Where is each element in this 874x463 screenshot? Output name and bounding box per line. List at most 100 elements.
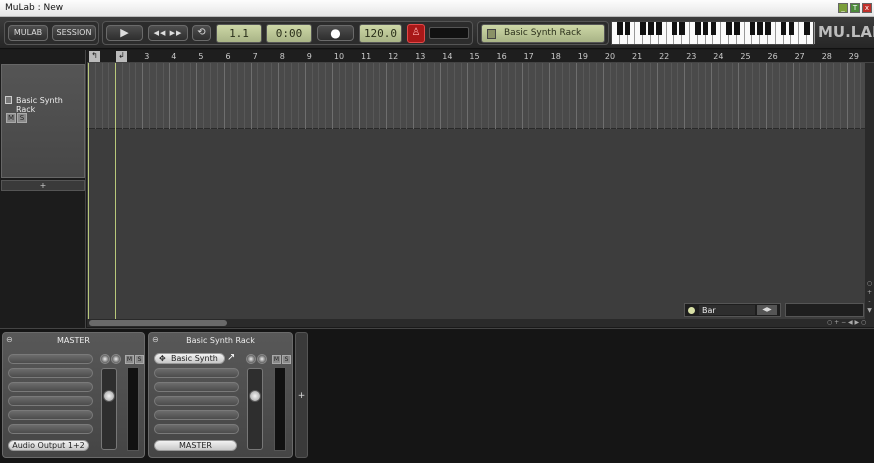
strip-solo-button[interactable]: S	[135, 355, 144, 364]
grid-line	[318, 63, 320, 129]
position-display[interactable]: 1.1	[216, 24, 262, 43]
black-key[interactable]	[671, 22, 678, 35]
horizontal-scroll-thumb[interactable]	[89, 320, 227, 326]
rewind-forward-button[interactable]: ◀◀ ▶▶	[148, 25, 188, 41]
insert-slot[interactable]	[8, 424, 93, 434]
add-strip-button[interactable]: +	[295, 332, 308, 458]
volume-fader[interactable]	[101, 368, 117, 450]
black-key[interactable]	[749, 22, 756, 35]
piano-keyboard[interactable]	[611, 21, 815, 45]
insert-slot[interactable]	[154, 368, 239, 378]
black-key[interactable]	[702, 22, 709, 35]
pan-knob[interactable]	[246, 354, 256, 364]
strip-mute-button[interactable]: M	[125, 355, 134, 364]
insert-slot[interactable]	[154, 424, 239, 434]
output-selector[interactable]: MASTER	[154, 440, 237, 451]
insert-slot[interactable]	[8, 382, 93, 392]
horizontal-zoom-icons[interactable]: ○ + − ◀ ▶ ○	[827, 318, 872, 327]
black-key[interactable]	[757, 22, 763, 35]
insert-slot[interactable]	[154, 396, 239, 406]
gain-knob[interactable]	[257, 354, 267, 364]
insert-slot[interactable]	[154, 410, 239, 420]
black-key[interactable]	[710, 22, 717, 35]
ruler-bar-number: 9	[306, 52, 312, 61]
output-selector[interactable]: Audio Output 1+2	[8, 440, 89, 451]
title-bar: MuLab : New _ T x	[0, 0, 874, 17]
track-header[interactable]: Basic Synth Rack M S	[1, 64, 85, 178]
insert-slot[interactable]	[8, 410, 93, 420]
track-mute-button[interactable]: M	[6, 113, 16, 123]
gain-knob[interactable]	[111, 354, 121, 364]
metronome-button[interactable]: ♙	[407, 24, 425, 43]
ruler-bar-number: 12	[388, 52, 399, 61]
black-key[interactable]	[765, 22, 771, 35]
loop-button[interactable]: ⟲	[192, 25, 211, 41]
grid-line	[352, 63, 354, 129]
black-key[interactable]	[656, 22, 662, 35]
instrument-name: Basic Synth	[171, 354, 218, 363]
horizontal-scrollbar[interactable]: ○ + − ◀ ▶ ○	[87, 319, 874, 327]
fader-handle[interactable]	[249, 390, 261, 402]
grid-line	[528, 63, 530, 129]
mulab-button[interactable]: MULAB	[8, 25, 48, 41]
black-key[interactable]	[804, 22, 810, 35]
loop-start-marker[interactable]: ↰	[89, 51, 100, 62]
track-name[interactable]: Basic Synth Rack	[16, 96, 84, 114]
pin-button[interactable]: T	[850, 3, 860, 13]
insert-slot[interactable]	[8, 368, 93, 378]
insert-slot[interactable]	[154, 382, 239, 392]
grid-line	[731, 63, 733, 129]
vertical-zoom-icons[interactable]: ○ + - ▼	[866, 279, 873, 315]
strip-solo-button[interactable]: S	[282, 355, 291, 364]
focus-rack-display[interactable]: Basic Synth Rack	[481, 24, 605, 43]
black-key[interactable]	[640, 22, 646, 35]
grid-line	[216, 63, 218, 129]
black-key[interactable]	[780, 22, 787, 35]
loop-end-marker[interactable]: ↲	[116, 51, 127, 62]
black-key[interactable]	[679, 22, 685, 35]
black-key[interactable]	[734, 22, 740, 35]
move-icon: ✥	[159, 354, 166, 363]
grid-line	[758, 63, 760, 129]
track-lane[interactable]	[87, 63, 869, 129]
edit-arrow-icon[interactable]: ↗	[227, 352, 235, 363]
rewind-icon[interactable]: ◀◀	[154, 29, 167, 37]
grid-line	[860, 63, 862, 129]
black-key[interactable]	[726, 22, 732, 35]
grid-line	[359, 63, 360, 129]
strip-mute-button[interactable]: M	[272, 355, 281, 364]
arrangement-area[interactable]: Bar ◀▶	[87, 63, 869, 319]
black-key[interactable]	[624, 22, 631, 35]
grid-line	[209, 63, 211, 129]
snap-secondary-field[interactable]	[785, 303, 864, 317]
black-key[interactable]	[617, 22, 623, 35]
insert-slot[interactable]	[8, 354, 93, 364]
snap-selector[interactable]: Bar ◀▶	[684, 303, 781, 317]
forward-icon[interactable]: ▶▶	[170, 29, 183, 37]
ruler-bar-number: 25	[740, 52, 751, 61]
close-button[interactable]: x	[862, 3, 872, 13]
pan-knob[interactable]	[100, 354, 110, 364]
time-display[interactable]: 0:00	[266, 24, 312, 43]
grid-line	[447, 63, 449, 129]
timeline-ruler[interactable]: ↰ ↲ 3 4 5 6 7 8 9 10 11 12 13 14 15 16 17 18 19 20 21 22 23 2…	[87, 50, 874, 63]
instrument-slot[interactable]: ✥ Basic Synth	[154, 353, 225, 364]
black-key[interactable]	[695, 22, 701, 35]
session-button[interactable]: SESSION	[52, 25, 96, 41]
play-button[interactable]: ▶	[106, 25, 143, 41]
black-key[interactable]	[648, 22, 654, 35]
track-solo-button[interactable]: S	[17, 113, 27, 123]
minimize-button[interactable]: _	[838, 3, 848, 13]
snap-arrows-icon[interactable]: ◀▶	[757, 305, 777, 315]
grid-line	[562, 63, 564, 129]
vertical-scrollbar[interactable]: ○ + - ▼	[865, 63, 874, 319]
volume-fader[interactable]	[247, 368, 263, 450]
insert-slot[interactable]	[8, 396, 93, 406]
fader-handle[interactable]	[103, 390, 115, 402]
tempo-display[interactable]: 120.0	[359, 24, 402, 43]
add-track-button[interactable]: +	[1, 180, 85, 191]
record-button[interactable]: ●	[317, 25, 354, 41]
black-key[interactable]	[788, 22, 795, 35]
grid-line	[487, 63, 489, 129]
grid-line	[514, 63, 516, 129]
